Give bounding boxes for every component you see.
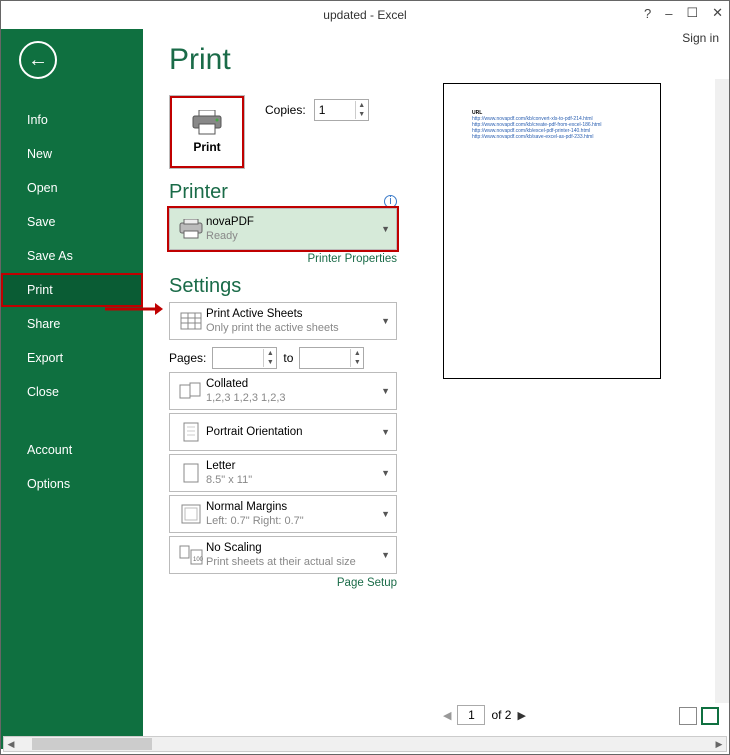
- printer-name: novaPDF: [206, 215, 381, 229]
- collation-sub: 1,2,3 1,2,3 1,2,3: [206, 391, 381, 405]
- current-page-input[interactable]: [457, 705, 485, 725]
- spinner-up-icon[interactable]: ▲: [351, 349, 363, 358]
- arrow-left-icon: ←: [28, 49, 48, 72]
- help-icon[interactable]: ?: [644, 6, 651, 21]
- window-title: updated - Excel: [323, 8, 406, 22]
- spinner-down-icon[interactable]: ▼: [264, 358, 276, 367]
- paper-sub: 8.5" x 11": [206, 473, 381, 487]
- nav-save[interactable]: Save: [1, 205, 143, 239]
- horizontal-scrollbar[interactable]: ◀ ▶: [3, 736, 727, 752]
- sidebar: ← Info New Open Save Save As Print Share…: [1, 29, 143, 749]
- show-margins-button[interactable]: [679, 707, 697, 725]
- chevron-down-icon: ▼: [381, 316, 390, 326]
- collation-title: Collated: [206, 377, 381, 391]
- prev-page-button[interactable]: ◀: [443, 709, 451, 722]
- chevron-down-icon: ▼: [381, 550, 390, 560]
- spinner-up-icon[interactable]: ▲: [356, 101, 368, 110]
- settings-section-title: Settings: [169, 275, 403, 298]
- page-title: Print: [169, 43, 403, 77]
- title-bar: updated - Excel ? – ☐ ✕: [1, 1, 729, 29]
- paper-title: Letter: [206, 459, 381, 473]
- app-window: updated - Excel ? – ☐ ✕ Sign in ← Info N…: [0, 0, 730, 755]
- pages-from-spinner[interactable]: ▲▼: [212, 347, 277, 369]
- printer-section-title: Printer: [169, 181, 403, 204]
- annotation-arrow-right: [105, 299, 163, 319]
- print-what-title: Print Active Sheets: [206, 307, 381, 321]
- copies-input[interactable]: [315, 100, 355, 120]
- to-label: to: [283, 351, 293, 365]
- margins-title: Normal Margins: [206, 500, 381, 514]
- zoom-to-page-button[interactable]: [701, 707, 719, 725]
- scroll-right-icon[interactable]: ▶: [712, 739, 726, 750]
- vertical-scrollbar[interactable]: [715, 79, 729, 703]
- minimize-button[interactable]: –: [665, 6, 672, 21]
- print-what-sub: Only print the active sheets: [206, 321, 381, 335]
- scaling-dropdown[interactable]: 100 No Scaling Print sheets at their act…: [169, 536, 397, 574]
- nav-options[interactable]: Options: [1, 467, 143, 501]
- next-page-button[interactable]: ▶: [517, 709, 525, 722]
- scaling-icon: 100: [179, 545, 203, 565]
- body: ← Info New Open Save Save As Print Share…: [1, 29, 729, 749]
- printer-dropdown[interactable]: novaPDF Ready ▼: [169, 208, 397, 250]
- portrait-icon: [183, 422, 199, 442]
- spinner-up-icon[interactable]: ▲: [264, 349, 276, 358]
- chevron-down-icon: ▼: [381, 386, 390, 396]
- nav-save-as[interactable]: Save As: [1, 239, 143, 273]
- orientation-dropdown[interactable]: Portrait Orientation ▼: [169, 413, 397, 451]
- scaling-sub: Print sheets at their actual size: [206, 555, 381, 569]
- nav-close[interactable]: Close: [1, 375, 143, 409]
- spinner-down-icon[interactable]: ▼: [351, 358, 363, 367]
- pages-to-input[interactable]: [300, 348, 350, 368]
- margins-icon: [181, 504, 201, 524]
- spinner-down-icon[interactable]: ▼: [356, 110, 368, 119]
- collation-dropdown[interactable]: Collated 1,2,3 1,2,3 1,2,3 ▼: [169, 372, 397, 410]
- print-button-label: Print: [193, 140, 220, 154]
- copies-label: Copies:: [265, 103, 306, 117]
- maximize-button[interactable]: ☐: [686, 5, 698, 21]
- page-total-label: of 2: [491, 708, 511, 722]
- main: Print Print Copies:: [143, 29, 729, 749]
- sheets-icon: [180, 312, 202, 330]
- copies-spinner[interactable]: ▲▼: [314, 99, 369, 121]
- printer-status: Ready: [206, 229, 381, 243]
- scrollbar-thumb[interactable]: [32, 738, 152, 750]
- nav-info[interactable]: Info: [1, 103, 143, 137]
- window-controls: ? – ☐ ✕: [644, 5, 723, 21]
- chevron-down-icon: ▼: [381, 468, 390, 478]
- print-button[interactable]: Print: [169, 95, 245, 169]
- print-what-dropdown[interactable]: Print Active Sheets Only print the activ…: [169, 302, 397, 340]
- printer-properties-link[interactable]: Printer Properties: [169, 253, 397, 265]
- zoom-controls: [679, 707, 719, 725]
- chevron-down-icon: ▼: [381, 224, 390, 234]
- chevron-down-icon: ▼: [381, 427, 390, 437]
- collated-icon: [179, 382, 203, 400]
- preview-content: URL http://www.novapdf.com/kb/convert-xl…: [472, 110, 602, 140]
- printer-icon: [191, 110, 223, 136]
- pages-to-spinner[interactable]: ▲▼: [299, 347, 364, 369]
- page-setup-link[interactable]: Page Setup: [169, 577, 397, 589]
- pages-label: Pages:: [169, 351, 206, 365]
- svg-text:100: 100: [193, 557, 203, 563]
- margins-dropdown[interactable]: Normal Margins Left: 0.7" Right: 0.7" ▼: [169, 495, 397, 533]
- scroll-left-icon[interactable]: ◀: [4, 739, 18, 750]
- paper-dropdown[interactable]: Letter 8.5" x 11" ▼: [169, 454, 397, 492]
- close-button[interactable]: ✕: [712, 5, 723, 21]
- nav-open[interactable]: Open: [1, 171, 143, 205]
- info-icon[interactable]: i: [384, 195, 397, 208]
- print-controls: Print Print Copies:: [143, 29, 403, 749]
- preview-panel: URL http://www.novapdf.com/kb/convert-xl…: [403, 29, 729, 749]
- paper-icon: [183, 463, 199, 483]
- nav-new[interactable]: New: [1, 137, 143, 171]
- printer-device-icon: [178, 219, 204, 239]
- orientation-title: Portrait Orientation: [206, 425, 381, 439]
- pages-from-input[interactable]: [213, 348, 263, 368]
- nav-account[interactable]: Account: [1, 433, 143, 467]
- margins-sub: Left: 0.7" Right: 0.7": [206, 514, 381, 528]
- nav-export[interactable]: Export: [1, 341, 143, 375]
- preview-page: URL http://www.novapdf.com/kb/convert-xl…: [443, 83, 661, 379]
- chevron-down-icon: ▼: [381, 509, 390, 519]
- scaling-title: No Scaling: [206, 541, 381, 555]
- page-navigation: ◀ of 2 ▶: [443, 705, 526, 725]
- back-button[interactable]: ←: [19, 41, 57, 79]
